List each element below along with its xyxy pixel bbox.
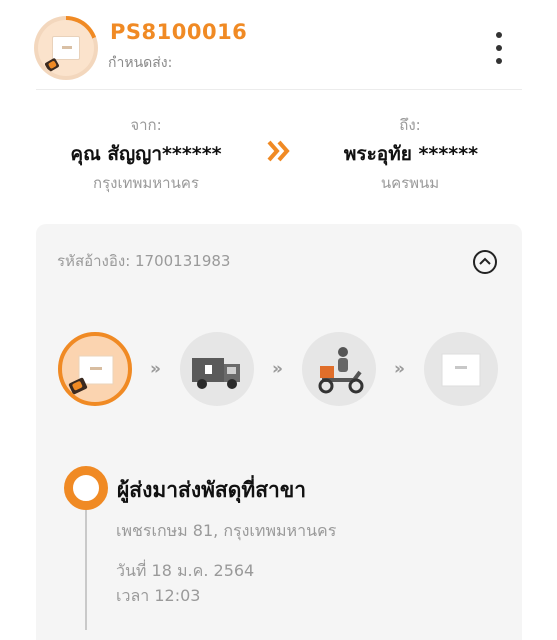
due-date-label: กำหนดส่ง: (108, 55, 173, 71)
step-parcel-handover-icon (58, 332, 132, 406)
tracking-detail-card (36, 224, 522, 640)
recipient-name: พระอุทัย ****** (343, 143, 479, 165)
step-scooter-rider-icon (302, 332, 376, 406)
shipment-thumbnail-icon (34, 16, 98, 80)
collapse-chevron-up-icon[interactable] (473, 250, 497, 274)
tracking-number[interactable]: PS8100016 (110, 20, 247, 44)
reference-code: รหัสอ้างอิง: 1700131983 (57, 252, 231, 270)
sender-province: กรุงเทพมหานคร (93, 174, 199, 192)
timeline-event-date: วันที่ 18 ม.ค. 2564 (116, 561, 255, 580)
from-label: จาก: (130, 116, 162, 134)
step-separator: » (150, 359, 161, 379)
more-options-icon[interactable] (488, 30, 512, 66)
timeline-status-dot (64, 466, 108, 510)
header-divider (36, 89, 522, 90)
timeline-line (85, 510, 87, 630)
sender-name: คุณ สัญญา****** (70, 143, 222, 165)
to-label: ถึง: (399, 116, 421, 134)
shipment-header: PS8100016 กำหนดส่ง: (0, 0, 557, 90)
step-separator: » (394, 359, 405, 379)
timeline-event-title: ผู้ส่งมาส่งพัสดุที่สาขา (117, 478, 306, 502)
step-delivery-truck-icon (180, 332, 254, 406)
recipient-province: นครพนม (380, 174, 440, 192)
timeline-event-time: เวลา 12:03 (116, 586, 201, 605)
step-separator: » (272, 359, 283, 379)
timeline-event-branch: เพชรเกษม 81, กรุงเทพมหานคร (116, 521, 337, 540)
step-parcel-box-icon (424, 332, 498, 406)
double-chevron-right-icon (267, 140, 290, 162)
